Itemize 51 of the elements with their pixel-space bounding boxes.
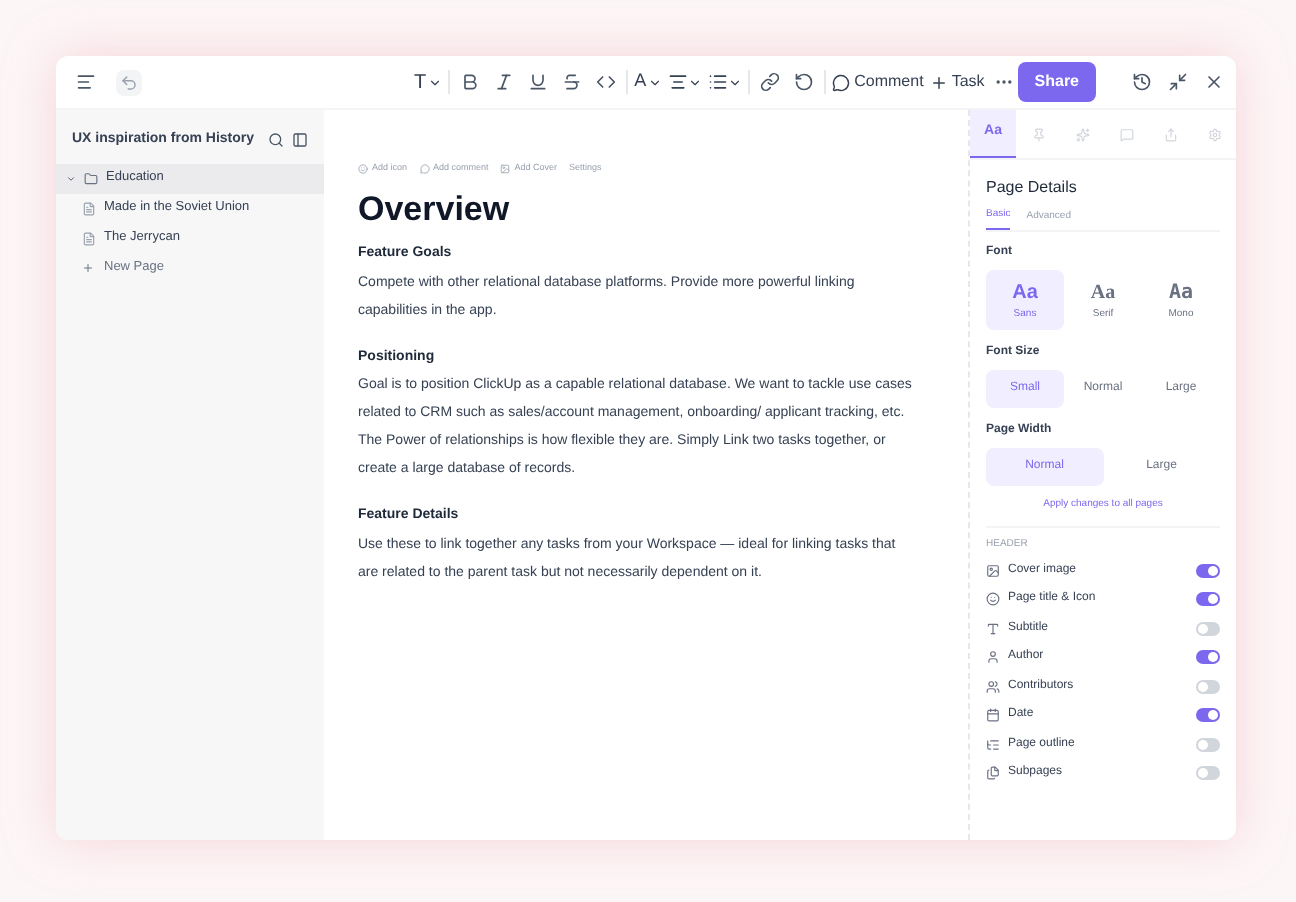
plus-icon <box>82 262 94 274</box>
action-icon <box>419 163 430 174</box>
toggle-row-icon <box>986 592 1000 607</box>
toggle-switch[interactable] <box>1196 766 1220 781</box>
share-button[interactable]: Share <box>1018 62 1095 102</box>
toggle-switch[interactable] <box>1196 563 1220 578</box>
task-button[interactable]: Task <box>929 70 985 94</box>
caret-icon <box>428 75 443 89</box>
comment-button[interactable]: Comment <box>832 70 924 94</box>
settings-icon <box>1207 127 1221 141</box>
document-title: Overview <box>358 187 512 230</box>
toggle-row-icon <box>986 650 1000 665</box>
toggle-switch[interactable] <box>1196 737 1220 752</box>
document-icon <box>82 231 96 245</box>
list-icon <box>708 72 729 92</box>
action-icon <box>358 163 368 174</box>
toggle-switch[interactable] <box>1196 592 1220 607</box>
list-button[interactable] <box>708 72 743 92</box>
toggle-switch[interactable] <box>1196 650 1220 665</box>
toggle-row-icon <box>986 708 1000 723</box>
panel-button[interactable] <box>292 132 308 149</box>
folder-icon <box>84 171 98 185</box>
undo-icon <box>120 73 138 91</box>
action-icon <box>500 163 511 174</box>
comment-icon <box>832 73 851 91</box>
align-button[interactable] <box>668 72 703 92</box>
document-icon <box>82 201 96 215</box>
panel-title: Page Details <box>986 176 1079 200</box>
caret-icon <box>728 75 743 89</box>
plus-icon <box>929 73 948 91</box>
align-icon <box>668 72 689 92</box>
toggle-row-icon <box>986 563 1000 578</box>
caret-icon <box>688 75 703 89</box>
caret-icon <box>648 75 663 89</box>
sparkle-icon <box>1075 127 1089 141</box>
font-color-button[interactable]: A <box>634 68 663 96</box>
undo-button[interactable] <box>116 69 142 95</box>
text-style-button[interactable]: T <box>414 67 443 97</box>
search-button[interactable] <box>268 132 284 149</box>
caret-icon <box>66 173 76 183</box>
toggle-row-icon <box>986 679 1000 694</box>
toggle-row-icon <box>986 621 1000 636</box>
upload-icon <box>1163 127 1177 141</box>
toggle-row-icon <box>986 766 1000 781</box>
toggle-switch[interactable] <box>1196 621 1220 636</box>
toggle-row-icon <box>986 737 1000 752</box>
toggle-switch[interactable] <box>1196 679 1220 694</box>
pin-icon <box>1031 127 1045 141</box>
chat-icon <box>1119 127 1133 141</box>
link-icon[interactable] <box>756 68 785 96</box>
toggle-switch[interactable] <box>1196 708 1220 723</box>
